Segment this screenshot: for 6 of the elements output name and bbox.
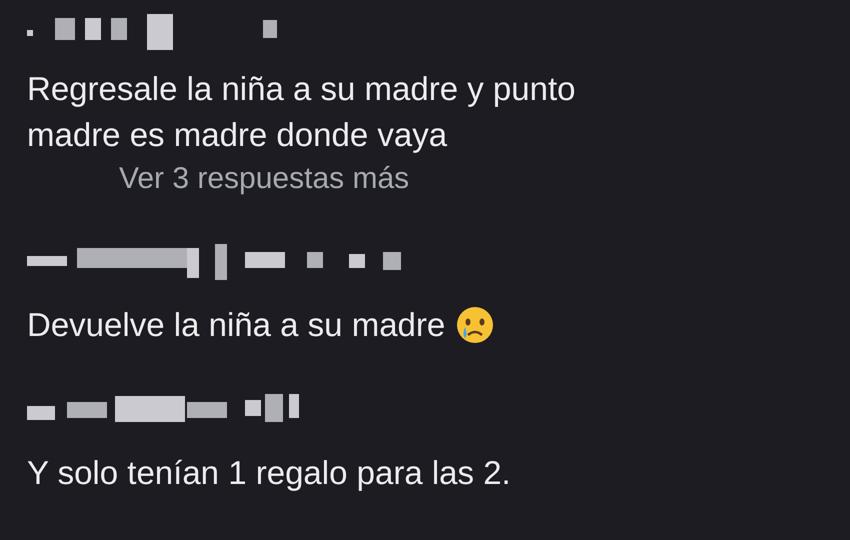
comment-text: Devuelve la niña a su madre [27,305,446,345]
comment-text: madre es madre donde vaya [27,115,448,155]
view-replies-link[interactable]: Ver 3 respuestas más [119,158,410,200]
crying-face-icon [455,305,496,345]
comment-text: Y solo tenían 1 regalo para las 2. [27,453,511,493]
comment-text: Regresale la niña a su madre y punto [27,69,576,109]
